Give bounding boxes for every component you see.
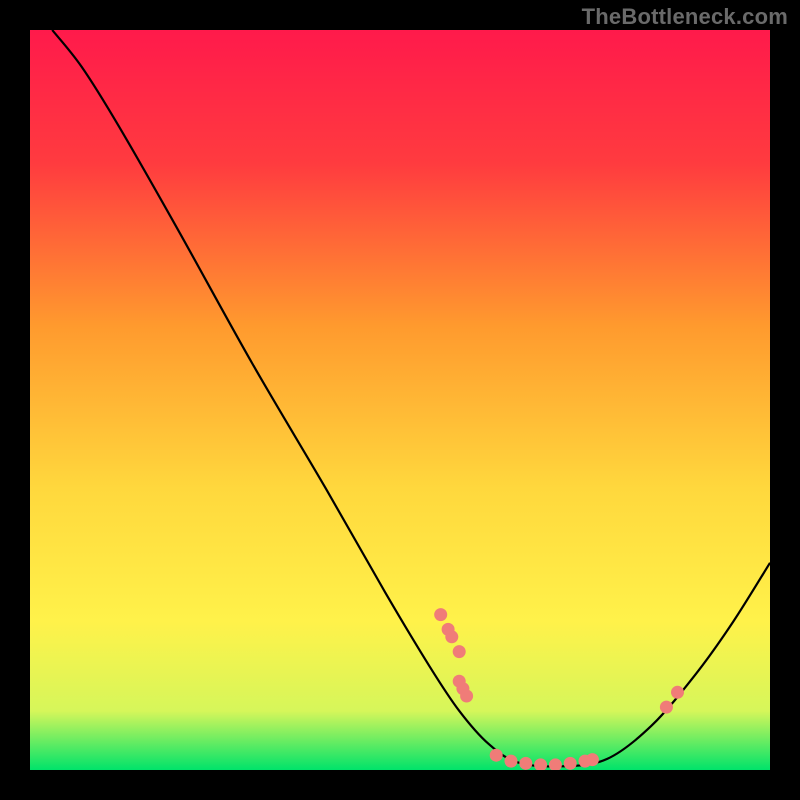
data-marker (660, 701, 673, 714)
data-marker (671, 686, 684, 699)
data-marker (519, 757, 532, 770)
chart-frame: TheBottleneck.com (0, 0, 800, 800)
data-marker (564, 757, 577, 770)
data-marker (490, 749, 503, 762)
data-marker (586, 753, 599, 766)
bottleneck-chart (30, 30, 770, 770)
data-marker (453, 645, 466, 658)
watermark-text: TheBottleneck.com (582, 4, 788, 30)
gradient-background (30, 30, 770, 770)
data-marker (445, 630, 458, 643)
data-marker (460, 690, 473, 703)
data-marker (505, 755, 518, 768)
data-marker (434, 608, 447, 621)
